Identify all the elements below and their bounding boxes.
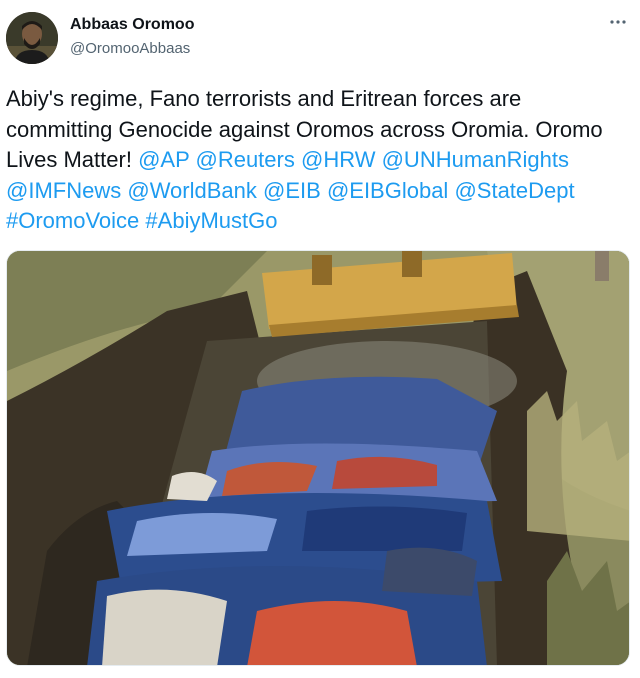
more-options-button[interactable] [606,10,630,34]
more-dots-icon [610,20,626,24]
mention-link[interactable]: @StateDept [454,178,574,203]
mention-link[interactable]: @EIB [263,178,321,203]
mention-link[interactable]: @HRW [301,147,375,172]
hashtag-link[interactable]: #AbiyMustGo [145,208,277,233]
person-avatar-icon [6,12,58,64]
mention-link[interactable]: @WorldBank [127,178,257,203]
mention-link[interactable]: @EIBGlobal [327,178,448,203]
author-handle[interactable]: @OromooAbbaas [70,40,190,57]
author-display-name[interactable]: Abbaas Oromoo [70,16,194,34]
mention-link[interactable]: @IMFNews [6,178,121,203]
photo-scene [7,251,629,665]
tweet-card: Abbaas Oromoo @OromooAbbaas Abiy's regim… [0,0,640,678]
tweet-text: Abiy's regime, Fano terrorists and Eritr… [6,84,632,237]
tweet-media-photo[interactable] [6,250,630,666]
mention-link[interactable]: @Reuters [195,147,294,172]
mention-link[interactable]: @AP [138,147,189,172]
hashtag-link[interactable]: #OromoVoice [6,208,139,233]
author-avatar[interactable] [6,12,58,64]
mention-link[interactable]: @UNHumanRights [382,147,569,172]
